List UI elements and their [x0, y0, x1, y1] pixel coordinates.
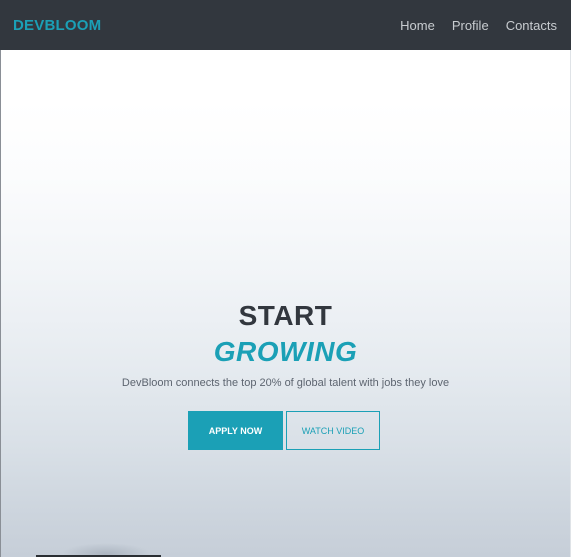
nav-link-profile[interactable]: Profile [452, 18, 489, 33]
hero-tagline: DevBloom connects the top 20% of global … [121, 377, 450, 389]
top-navbar: DEVBLOOM Home Profile Contacts [0, 0, 571, 50]
hero-headline-start: START [238, 300, 333, 331]
nav-link-home[interactable]: Home [400, 18, 435, 33]
watch-video-button[interactable]: WATCH VIDEO [286, 411, 380, 450]
hero-headline-growing: GROWING [213, 336, 358, 367]
brand-logo[interactable]: DEVBLOOM [13, 17, 101, 34]
nav-link-contacts[interactable]: Contacts [506, 18, 557, 33]
hero-section: START GROWING DevBloom connects the top … [1, 50, 570, 557]
apply-now-button[interactable]: APPLY NOW [188, 411, 283, 450]
nav-links: Home Profile Contacts [383, 18, 557, 33]
